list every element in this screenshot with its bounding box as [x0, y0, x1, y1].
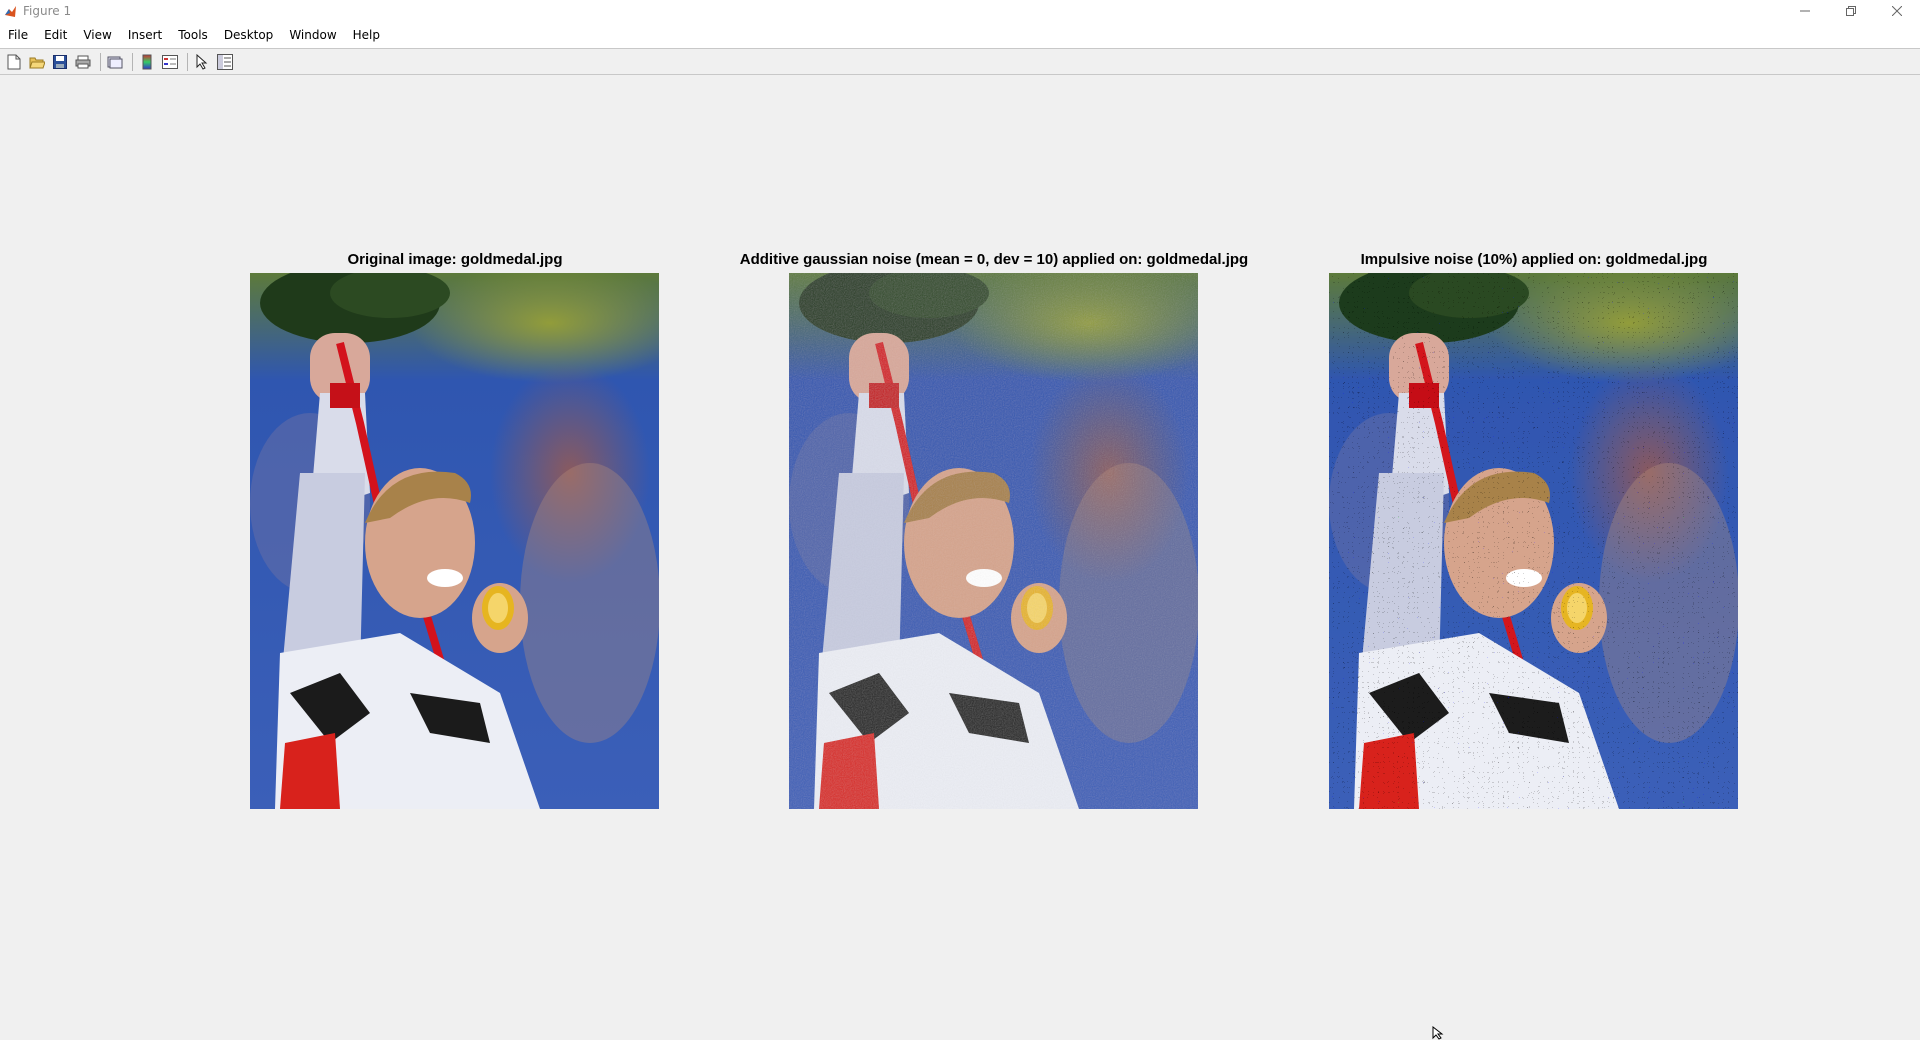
window-title: Figure 1: [23, 4, 72, 18]
insert-legend-icon: [162, 54, 178, 69]
menu-file[interactable]: File: [0, 22, 36, 48]
restore-button[interactable]: [1828, 0, 1874, 22]
image-gaussian-noise[interactable]: [789, 273, 1198, 809]
athlete-photo-impulsive: [1329, 273, 1738, 809]
image-impulsive-noise[interactable]: [1329, 273, 1738, 809]
edit-plot-icon: [196, 53, 208, 70]
property-inspector-icon: [217, 53, 233, 70]
window-controls: [1782, 0, 1920, 22]
insert-legend-button[interactable]: [160, 52, 180, 72]
menu-desktop[interactable]: Desktop: [216, 22, 282, 48]
close-icon: [1892, 6, 1902, 16]
axes-title-original: Original image: goldmedal.jpg: [347, 251, 563, 268]
print-icon: [75, 55, 91, 68]
property-inspector-button[interactable]: [215, 52, 235, 72]
insert-colorbar-button[interactable]: [137, 52, 157, 72]
menu-window[interactable]: Window: [281, 22, 344, 48]
matlab-icon: [5, 5, 16, 17]
link-plot-button[interactable]: [105, 52, 125, 72]
new-figure-button[interactable]: [4, 52, 24, 72]
menu-insert[interactable]: Insert: [120, 22, 170, 48]
title-bar: Figure 1: [0, 0, 1920, 22]
minimize-icon: [1800, 10, 1810, 12]
open-file-icon: [29, 57, 45, 68]
close-button[interactable]: [1874, 0, 1920, 22]
menu-bar: File Edit View Insert Tools Desktop Wind…: [0, 22, 1920, 63]
menu-edit[interactable]: Edit: [36, 22, 75, 48]
athlete-photo-original: [250, 273, 659, 809]
mouse-cursor-icon: [1432, 1026, 1444, 1040]
figure-toolbar: [0, 48, 1920, 75]
save-button[interactable]: [50, 52, 70, 72]
menu-help[interactable]: Help: [345, 22, 388, 48]
menu-view[interactable]: View: [75, 22, 119, 48]
athlete-photo-gaussian: [789, 273, 1198, 809]
minimize-button[interactable]: [1782, 0, 1828, 22]
toolbar-separator: [100, 52, 101, 71]
axes-title-gaussian: Additive gaussian noise (mean = 0, dev =…: [739, 251, 1249, 268]
open-file-button[interactable]: [27, 52, 47, 72]
insert-colorbar-icon: [142, 54, 152, 69]
toolbar-separator: [187, 52, 188, 71]
print-button[interactable]: [73, 52, 93, 72]
axes-title-impulsive: Impulsive noise (10%) applied on: goldme…: [1360, 251, 1708, 268]
edit-plot-button[interactable]: [192, 52, 212, 72]
restore-icon: [1846, 6, 1856, 16]
menu-tools[interactable]: Tools: [170, 22, 216, 48]
link-plot-icon: [107, 56, 123, 68]
toolbar-separator: [132, 52, 133, 71]
image-original[interactable]: [250, 273, 659, 809]
new-figure-icon: [7, 54, 21, 69]
save-icon: [53, 54, 67, 69]
